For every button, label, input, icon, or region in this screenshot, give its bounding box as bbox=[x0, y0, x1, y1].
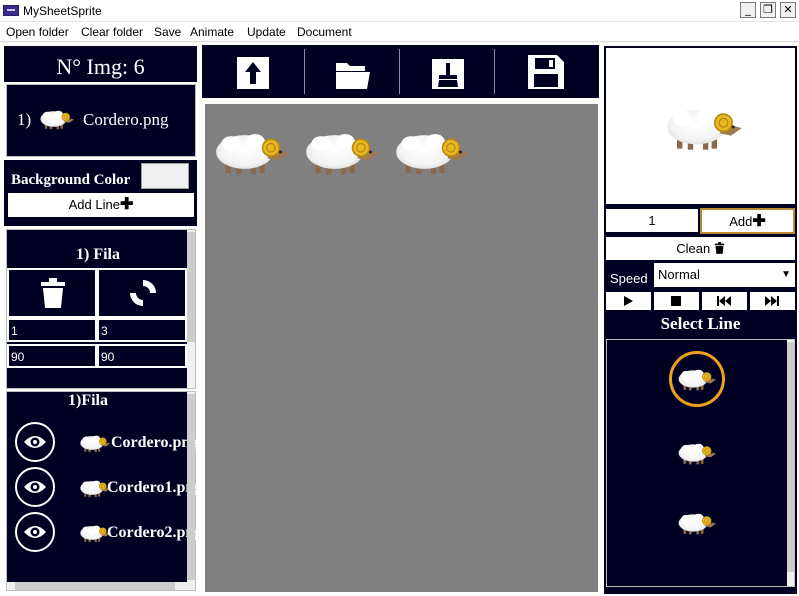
scrollbar-thumb[interactable] bbox=[187, 394, 195, 580]
folder-icon bbox=[336, 63, 370, 89]
clean-label: Clean bbox=[676, 241, 711, 256]
animation-preview bbox=[604, 46, 797, 206]
row-settings-panel: 1) Fila 1 3 90 90 bbox=[6, 229, 196, 389]
background-color-label: Background Color bbox=[11, 172, 131, 188]
menu-document[interactable]: Document bbox=[297, 25, 352, 39]
plus-icon: ✚ bbox=[119, 196, 134, 213]
play-button[interactable] bbox=[606, 292, 651, 310]
list-item[interactable]: Cordero1.png bbox=[7, 467, 202, 511]
delete-row-button[interactable] bbox=[7, 268, 97, 318]
refresh-row-button[interactable] bbox=[97, 268, 187, 318]
speed-value: Normal bbox=[658, 267, 700, 282]
sheep-thumbnail bbox=[79, 435, 111, 453]
visibility-toggle[interactable] bbox=[15, 512, 55, 552]
rewind-button[interactable] bbox=[702, 292, 747, 310]
image-count: N° Img: 6 bbox=[56, 54, 145, 79]
background-color-swatch[interactable] bbox=[141, 163, 189, 189]
row-width-input[interactable]: 90 bbox=[7, 344, 97, 368]
stop-button[interactable] bbox=[654, 292, 699, 310]
eye-icon bbox=[24, 436, 46, 448]
stop-icon bbox=[671, 296, 681, 306]
sheep-sprite bbox=[395, 133, 470, 175]
upload-icon bbox=[237, 57, 269, 89]
sprite-canvas[interactable] bbox=[205, 104, 598, 592]
window-title: MySheetSprite bbox=[23, 4, 102, 18]
scrollbar-thumb[interactable] bbox=[187, 232, 195, 342]
trash-icon bbox=[41, 278, 65, 308]
sheep-sprite bbox=[215, 133, 290, 175]
sheep-thumbnail bbox=[678, 513, 717, 535]
plus-icon: ✚ bbox=[752, 213, 766, 230]
open-folder-button[interactable] bbox=[305, 45, 399, 98]
menu-update[interactable]: Update bbox=[247, 25, 286, 39]
sheep-thumbnail bbox=[678, 369, 717, 391]
clear-button[interactable] bbox=[400, 45, 494, 98]
line-option-selected[interactable] bbox=[669, 351, 725, 407]
row-settings-scrollbar[interactable] bbox=[187, 230, 195, 388]
row-height-input[interactable]: 90 bbox=[97, 344, 187, 368]
save-button[interactable] bbox=[495, 45, 599, 98]
save-icon bbox=[528, 55, 564, 89]
add-line-button[interactable]: Add Line✚ bbox=[8, 193, 194, 217]
sprite-name: Cordero.png bbox=[111, 434, 199, 451]
add-line-label: Add Line bbox=[68, 197, 120, 212]
image-card-number: 1) bbox=[17, 110, 32, 129]
animation-controls: 1 Add✚ Clean Speed Normal ▼ Select Line bbox=[604, 206, 797, 594]
visibility-toggle[interactable] bbox=[15, 467, 55, 507]
sweep-icon bbox=[432, 59, 464, 89]
menu-save[interactable]: Save bbox=[154, 25, 181, 39]
sheep-preview bbox=[666, 107, 743, 151]
eye-icon bbox=[24, 526, 46, 538]
image-card[interactable]: 1) Cordero.png bbox=[6, 84, 196, 157]
row-end-input[interactable]: 3 bbox=[97, 318, 187, 342]
menu-open-folder[interactable]: Open folder bbox=[6, 25, 69, 39]
list-item[interactable]: Cordero.png bbox=[7, 422, 198, 466]
chevron-down-icon: ▼ bbox=[781, 269, 791, 280]
list-item[interactable]: Cordero2.png bbox=[7, 512, 202, 556]
line-option[interactable] bbox=[669, 495, 725, 551]
sprite-list-panel: 1)Fila Cordero.png Cordero1.png Cordero2… bbox=[6, 391, 202, 591]
speed-label: Speed bbox=[610, 271, 648, 286]
upload-button[interactable] bbox=[202, 45, 304, 98]
minimize-button[interactable]: _ bbox=[740, 2, 756, 18]
refresh-icon bbox=[130, 280, 156, 306]
visibility-toggle[interactable] bbox=[15, 422, 55, 462]
line-list-scrollbar[interactable] bbox=[787, 340, 794, 586]
app-icon bbox=[3, 5, 19, 16]
image-card-name: Cordero.png bbox=[83, 110, 169, 129]
background-panel: Background Color Add Line✚ bbox=[4, 160, 197, 226]
add-label: Add bbox=[729, 214, 753, 229]
clean-button[interactable]: Clean bbox=[606, 237, 795, 260]
menu-animate[interactable]: Animate bbox=[190, 25, 234, 39]
close-button[interactable]: ✕ bbox=[780, 2, 796, 18]
eye-icon bbox=[24, 481, 46, 493]
title-bar: MySheetSprite _ ❐ ✕ bbox=[0, 0, 799, 22]
frame-input[interactable]: 1 bbox=[606, 209, 698, 232]
fast-forward-icon bbox=[765, 296, 779, 306]
scrollbar-thumb[interactable] bbox=[15, 582, 175, 590]
sheep-sprite bbox=[305, 133, 380, 175]
line-option[interactable] bbox=[669, 425, 725, 481]
toolbar bbox=[202, 45, 599, 98]
sprite-list-scrollbar[interactable] bbox=[187, 392, 195, 590]
menu-bar: Open folder Clear folder Save Animate Up… bbox=[0, 22, 799, 42]
scrollbar-thumb[interactable] bbox=[787, 342, 794, 572]
speed-select[interactable]: Normal ▼ bbox=[654, 263, 795, 287]
horizontal-scrollbar[interactable] bbox=[7, 582, 187, 590]
menu-clear-folder[interactable]: Clear folder bbox=[81, 25, 143, 39]
sprite-list-title: 1)Fila bbox=[68, 392, 108, 409]
image-count-box: N° Img: 6 bbox=[4, 46, 197, 82]
row-start-input[interactable]: 1 bbox=[7, 318, 97, 342]
add-frame-button[interactable]: Add✚ bbox=[700, 208, 795, 234]
play-icon bbox=[624, 296, 633, 306]
select-line-title: Select Line bbox=[660, 314, 741, 333]
row-settings-title: 1) Fila bbox=[76, 246, 120, 263]
line-list bbox=[606, 339, 795, 587]
sheep-thumbnail bbox=[678, 443, 717, 465]
sheep-thumbnail bbox=[40, 110, 75, 130]
maximize-button[interactable]: ❐ bbox=[760, 2, 776, 18]
trash-icon bbox=[714, 242, 725, 254]
rewind-icon bbox=[717, 296, 731, 306]
fast-forward-button[interactable] bbox=[750, 292, 795, 310]
